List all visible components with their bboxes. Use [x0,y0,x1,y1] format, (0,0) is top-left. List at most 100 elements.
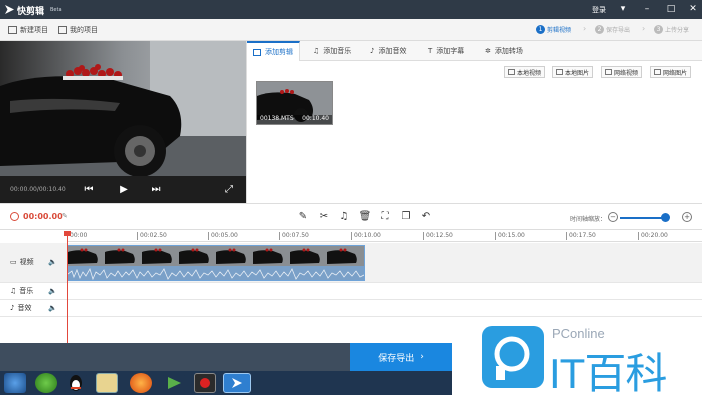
clock-icon [10,212,19,221]
tab-add-transition[interactable]: ✲ 添加转场 [485,41,523,61]
new-project-icon [8,26,17,34]
search-logo-icon [482,326,544,388]
online-video-label: 网络视频 [614,69,639,77]
tab-add-clip[interactable]: 添加剪辑 [247,41,300,61]
speaker-icon[interactable]: 🔈 [48,287,57,295]
local-video-button[interactable]: 本地视频 [504,66,546,78]
preview-frame [0,41,246,176]
pencil-icon[interactable]: ✎ [296,210,310,224]
chevron-right-icon: › [420,352,424,362]
tab-add-music-label: 添加音乐 [323,47,352,55]
prev-frame-icon[interactable]: ⏮ [82,183,96,197]
step-export: 2 保存导出 [595,25,630,34]
ruler-tick: 00:07.50 [279,232,309,240]
media-player-icon[interactable] [163,373,185,393]
scissors-icon[interactable]: ✂ [317,210,331,224]
edit-time-icon[interactable]: ✎ [62,212,68,220]
qq-penguin-icon [70,375,82,391]
sound-effect-icon: ♪ [10,304,15,312]
ruler-tick: 00:10.00 [351,232,381,240]
zoom-in-icon[interactable]: + [682,212,692,222]
save-export-button[interactable]: 保存导出 › [350,343,452,371]
current-time: 00:00.00 [23,212,63,221]
login-link[interactable]: 登录 [592,5,606,15]
local-video-label: 本地视频 [517,69,542,77]
transition-icon: ✲ [485,47,491,55]
start-button-icon[interactable] [4,373,26,393]
online-image-button[interactable]: 网络图片 [650,66,692,78]
close-icon[interactable]: ✕ [686,3,700,16]
tab-add-sound[interactable]: ♪ 添加音效 [370,41,406,61]
step-edit: 1 剪辑视频 [536,25,571,34]
playhead[interactable] [67,233,68,343]
maximize-icon[interactable]: □ [664,3,678,16]
video-track-name: 视频 [19,258,34,266]
copy-icon[interactable]: ❐ [399,210,413,224]
media-clip-thumbnail[interactable]: 00138.MTS 00:10.40 [256,81,333,125]
music-track-label: ♫ 音乐 🔈 [0,286,67,296]
timeline-ruler[interactable]: 00:00 00:02.50 00:05.00 00:07.50 00:10.0… [66,230,702,242]
pconline-watermark: PConline IT百科 [452,318,702,397]
tab-add-sound-label: 添加音效 [378,47,407,55]
record-icon[interactable] [194,373,216,393]
timeline-video-clip[interactable] [67,245,365,281]
app-window: 快剪辑 Beta 登录 ▾ – □ ✕ 新建项目 我的项目 1 剪辑视频 › 2… [0,0,702,397]
ruler-tick: 00:20.00 [638,232,668,240]
browser-icon[interactable] [35,373,57,393]
step-1-label: 剪辑视频 [547,27,572,34]
online-video-icon [605,69,612,75]
zoom-slider-track[interactable] [620,217,666,219]
playhead-handle[interactable] [64,231,71,236]
online-video-button[interactable]: 网络视频 [601,66,643,78]
file-explorer-icon[interactable] [96,373,118,393]
new-project-button[interactable]: 新建项目 [8,25,48,35]
chevron-right-icon: › [642,24,646,33]
new-project-label: 新建项目 [20,26,48,34]
ruler-tick: 00:15.00 [495,232,525,240]
player-controls: 00:00.00/00:10.40 ⏮ ▶ ⏭ ⤢ [0,176,246,203]
clip-filename: 00138.MTS [260,115,294,122]
video-clip-icon [253,48,261,56]
zoom-slider-thumb[interactable] [661,213,670,222]
edit-toolbar: 00:00.00 ✎ ✎ ✂ ♫ 🗑 ⛶ ❐ ↶ 时间轴缩放： − + [0,203,702,230]
my-projects-button[interactable]: 我的项目 [58,25,98,35]
app-logo-icon [232,378,242,388]
speaker-icon[interactable]: 🔈 [48,258,57,266]
speaker-icon[interactable]: 🔈 [48,304,57,312]
next-frame-icon[interactable]: ⏭ [149,183,163,197]
video-track-label: ▭ 视频 🔈 [0,257,67,267]
qq-icon[interactable] [65,373,87,393]
video-preview[interactable]: 00:00.00/00:10.40 ⏮ ▶ ⏭ ⤢ [0,41,246,203]
tab-add-music[interactable]: ♫ 添加音乐 [313,41,351,61]
ruler-tick: 00:17.50 [566,232,596,240]
play-triangle-icon [168,377,181,389]
video-camera-icon: ▭ [10,258,17,266]
undo-icon[interactable]: ↶ [419,210,433,224]
crop-icon[interactable]: ⛶ [378,210,392,224]
save-export-label: 保存导出 [378,353,415,364]
firefox-icon[interactable] [130,373,152,393]
music-track-row[interactable] [0,283,702,300]
audio-waveform [68,266,364,280]
clip-duration: 00:10.40 [302,115,329,122]
minimize-icon[interactable]: – [640,3,654,16]
menu-icon[interactable]: ▾ [616,3,630,16]
kuaijianji-taskbar-icon[interactable] [223,373,251,393]
step-share: 3 上传分享 [654,25,689,34]
sound-track-row[interactable] [0,300,702,317]
bell-icon[interactable]: ♫ [337,210,351,224]
sound-track-label: ♪ 音效 🔈 [0,303,67,313]
zoom-out-icon[interactable]: − [608,212,618,222]
play-icon[interactable]: ▶ [117,183,131,197]
media-tabs: 添加剪辑 ♫ 添加音乐 ♪ 添加音效 T 添加字幕 ✲ 添加转场 [247,41,702,61]
trash-icon[interactable]: 🗑 [358,210,372,224]
local-image-button[interactable]: 本地图片 [552,66,594,78]
local-image-label: 本地图片 [565,69,590,77]
sound-track-name: 音效 [17,304,32,312]
record-dot-icon [200,378,210,388]
step-3-label: 上传分享 [665,27,690,34]
my-projects-label: 我的项目 [70,26,98,34]
main-toolbar: 新建项目 我的项目 1 剪辑视频 › 2 保存导出 › 3 上传分享 [0,19,702,41]
tab-add-subtitle[interactable]: T 添加字幕 [428,41,464,61]
fullscreen-icon[interactable]: ⤢ [222,183,236,197]
